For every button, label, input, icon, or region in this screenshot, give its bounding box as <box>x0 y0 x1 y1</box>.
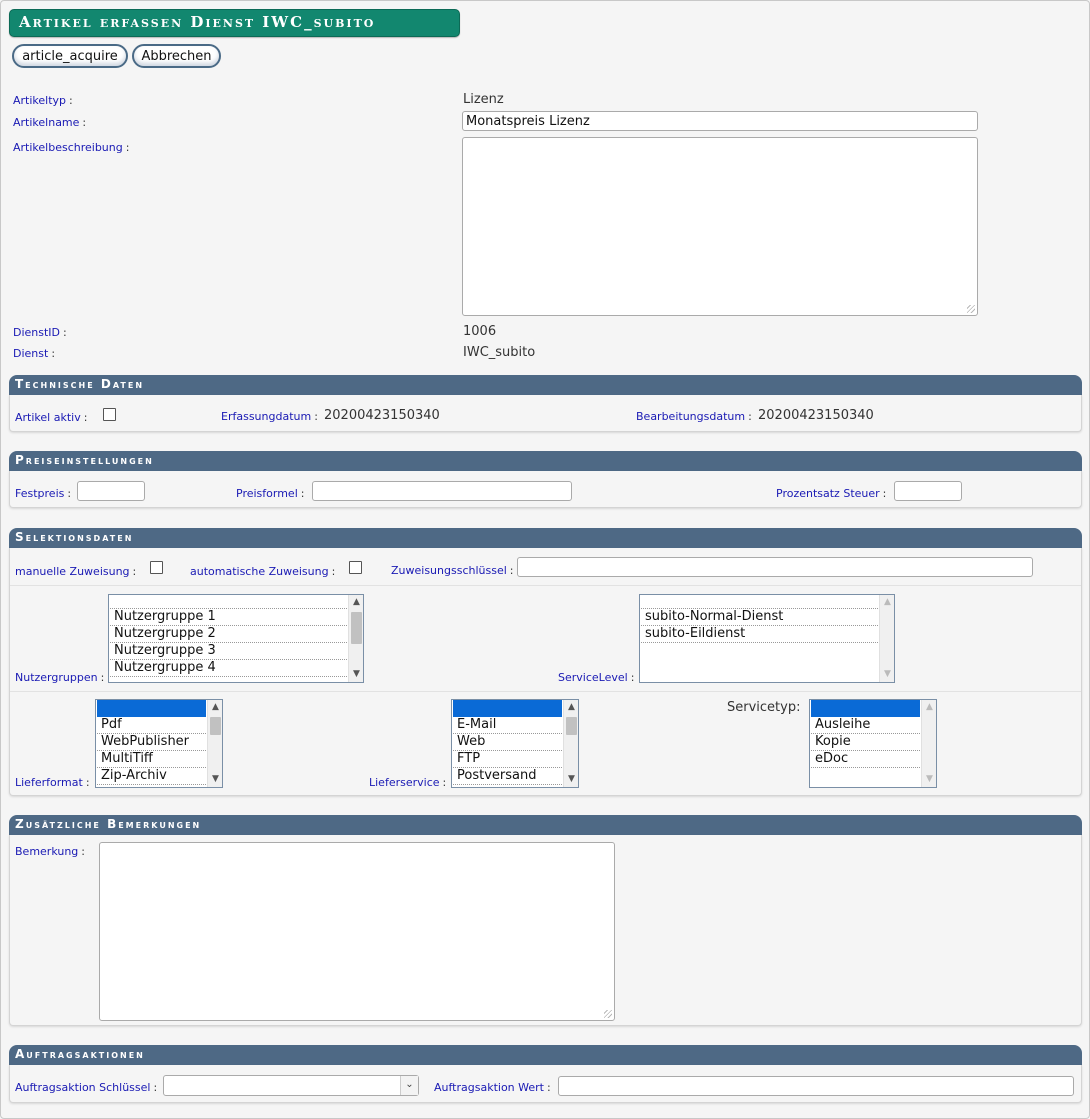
dienstid-label: DienstID: <box>13 326 67 339</box>
list-item[interactable]: Nutzergruppe 2 <box>110 626 347 643</box>
list-item-selected[interactable] <box>97 700 206 717</box>
list-item[interactable]: E-Mail <box>453 717 562 734</box>
scrollbar[interactable]: ▲ ▼ <box>879 595 894 682</box>
dienst-label: Dienst: <box>13 347 56 360</box>
preisformel-label: Preisformel: <box>236 487 305 500</box>
bemerkung-label: Bemerkung: <box>15 845 85 858</box>
list-item[interactable] <box>110 595 347 609</box>
zuweisungsschluessel-input[interactable] <box>517 557 1033 577</box>
auftragsaktionen-header: Auftragsaktionen <box>9 1045 1082 1065</box>
artikelname-label: Artikelname: <box>13 116 87 129</box>
prozentsatz-steuer-label: Prozentsatz Steuer: <box>776 487 887 500</box>
divider <box>10 585 1081 586</box>
list-item[interactable]: Nutzergruppe 1 <box>110 609 347 626</box>
dienstid-value: 1006 <box>463 324 497 339</box>
bemerkung-textarea[interactable] <box>99 842 615 1021</box>
auftragsaktion-schluessel-select[interactable]: ⌄ <box>163 1075 419 1096</box>
scroll-down-icon[interactable]: ▼ <box>925 775 934 784</box>
dienst-value: IWC_subito <box>463 345 536 360</box>
lieferformat-listbox[interactable]: Pdf WebPublisher MultiTiff Zip-Archiv ▲ … <box>95 699 223 788</box>
auftragsaktion-wert-input[interactable] <box>558 1076 1074 1096</box>
nutzergruppen-label: Nutzergruppen: <box>15 671 105 684</box>
artikel-aktiv-checkbox[interactable] <box>103 408 116 421</box>
auftragsaktion-wert-label: Auftragsaktion Wert: <box>434 1081 551 1094</box>
manuelle-zuweisung-label: manuelle Zuweisung: <box>15 565 137 578</box>
list-item[interactable]: FTP <box>453 751 562 768</box>
list-item-selected[interactable] <box>811 700 920 717</box>
list-item[interactable]: Web <box>453 734 562 751</box>
nutzergruppen-listbox[interactable]: Nutzergruppe 1 Nutzergruppe 2 Nutzergrup… <box>108 594 364 683</box>
bearbeitungsdatum-label: Bearbeitungsdatum: <box>636 410 752 423</box>
zuweisungsschluessel-label: Zuweisungsschlüssel: <box>391 564 514 577</box>
list-item[interactable]: WebPublisher <box>97 734 206 751</box>
list-item[interactable]: Postversand <box>453 768 562 785</box>
preisformel-input[interactable] <box>312 481 572 501</box>
technische-daten-header: Technische Daten <box>9 375 1082 395</box>
list-item[interactable]: Pdf <box>97 717 206 734</box>
lieferformat-label: Lieferformat: <box>15 776 90 789</box>
scroll-up-icon[interactable]: ▲ <box>925 703 934 712</box>
erfassungsdatum-value: 20200423150340 <box>324 408 440 423</box>
article-acquire-button[interactable]: article_acquire <box>12 44 128 68</box>
cancel-button[interactable]: Abbrechen <box>132 44 221 68</box>
scrollbar[interactable]: ▲ ▼ <box>348 595 363 682</box>
scroll-up-icon[interactable]: ▲ <box>211 703 220 712</box>
artikelname-input[interactable]: Monatspreis Lizenz <box>462 111 978 131</box>
list-item-selected[interactable] <box>453 700 562 717</box>
artikelbeschreibung-textarea[interactable] <box>462 137 978 316</box>
chevron-down-icon[interactable]: ⌄ <box>400 1076 418 1095</box>
festpreis-label: Festpreis: <box>15 487 72 500</box>
scroll-down-icon[interactable]: ▼ <box>211 775 220 784</box>
list-item[interactable]: MultiTiff <box>97 751 206 768</box>
scroll-down-icon[interactable]: ▼ <box>567 775 576 784</box>
bemerkungen-header: Zusätzliche Bemerkungen <box>9 815 1082 835</box>
bearbeitungsdatum-value: 20200423150340 <box>758 408 874 423</box>
servicetyp-label: Servicetyp: <box>727 700 801 715</box>
selektionsdaten-header: Selektionsdaten <box>9 528 1082 548</box>
scrollbar[interactable]: ▲ ▼ <box>563 700 578 787</box>
scroll-thumb[interactable] <box>351 612 362 644</box>
divider <box>10 691 1081 692</box>
scroll-down-icon[interactable]: ▼ <box>883 670 892 679</box>
manuelle-zuweisung-checkbox[interactable] <box>150 561 163 574</box>
servicelevel-listbox[interactable]: subito-Normal-Dienst subito-Eildienst ▲ … <box>639 594 895 683</box>
scroll-up-icon[interactable]: ▲ <box>352 598 361 607</box>
list-item[interactable]: eDoc <box>811 751 920 768</box>
scroll-up-icon[interactable]: ▲ <box>883 598 892 607</box>
automatische-zuweisung-checkbox[interactable] <box>349 561 362 574</box>
list-item[interactable] <box>641 595 878 609</box>
resize-grip-icon[interactable] <box>604 1010 612 1018</box>
page-title: Artikel erfassen Dienst IWC_subito <box>9 9 460 37</box>
scrollbar[interactable]: ▲ ▼ <box>921 700 936 787</box>
scroll-thumb[interactable] <box>210 717 221 735</box>
artikeltyp-value: Lizenz <box>463 92 504 107</box>
list-item[interactable]: subito-Normal-Dienst <box>641 609 878 626</box>
list-item[interactable]: Nutzergruppe 4 <box>110 660 347 677</box>
artikelbeschreibung-label: Artikelbeschreibung: <box>13 141 130 154</box>
festpreis-input[interactable] <box>77 481 145 501</box>
prozentsatz-steuer-input[interactable] <box>894 481 962 501</box>
preiseinstellungen-header: Preiseinstellungen <box>9 451 1082 471</box>
servicetyp-listbox[interactable]: Ausleihe Kopie eDoc ▲ ▼ <box>809 699 937 788</box>
scroll-down-icon[interactable]: ▼ <box>352 670 361 679</box>
erfassungsdatum-label: Erfassungdatum: <box>221 410 318 423</box>
list-item[interactable]: Ausleihe <box>811 717 920 734</box>
list-item[interactable]: Zip-Archiv <box>97 768 206 785</box>
scrollbar[interactable]: ▲ ▼ <box>207 700 222 787</box>
scroll-up-icon[interactable]: ▲ <box>567 703 576 712</box>
scroll-thumb[interactable] <box>566 717 577 735</box>
lieferservice-label: Lieferservice: <box>369 776 447 789</box>
list-item[interactable]: subito-Eildienst <box>641 626 878 643</box>
artikel-aktiv-label: Artikel aktiv: <box>15 411 88 424</box>
technische-daten-section <box>9 395 1082 432</box>
servicelevel-label: ServiceLevel: <box>558 671 635 684</box>
resize-grip-icon[interactable] <box>967 305 975 313</box>
list-item[interactable]: Nutzergruppe 3 <box>110 643 347 660</box>
auftragsaktion-schluessel-label: Auftragsaktion Schlüssel: <box>15 1081 158 1094</box>
list-item[interactable]: Kopie <box>811 734 920 751</box>
artikeltyp-label: Artikeltyp: <box>13 94 73 107</box>
automatische-zuweisung-label: automatische Zuweisung: <box>190 565 336 578</box>
lieferservice-listbox[interactable]: E-Mail Web FTP Postversand ▲ ▼ <box>451 699 579 788</box>
